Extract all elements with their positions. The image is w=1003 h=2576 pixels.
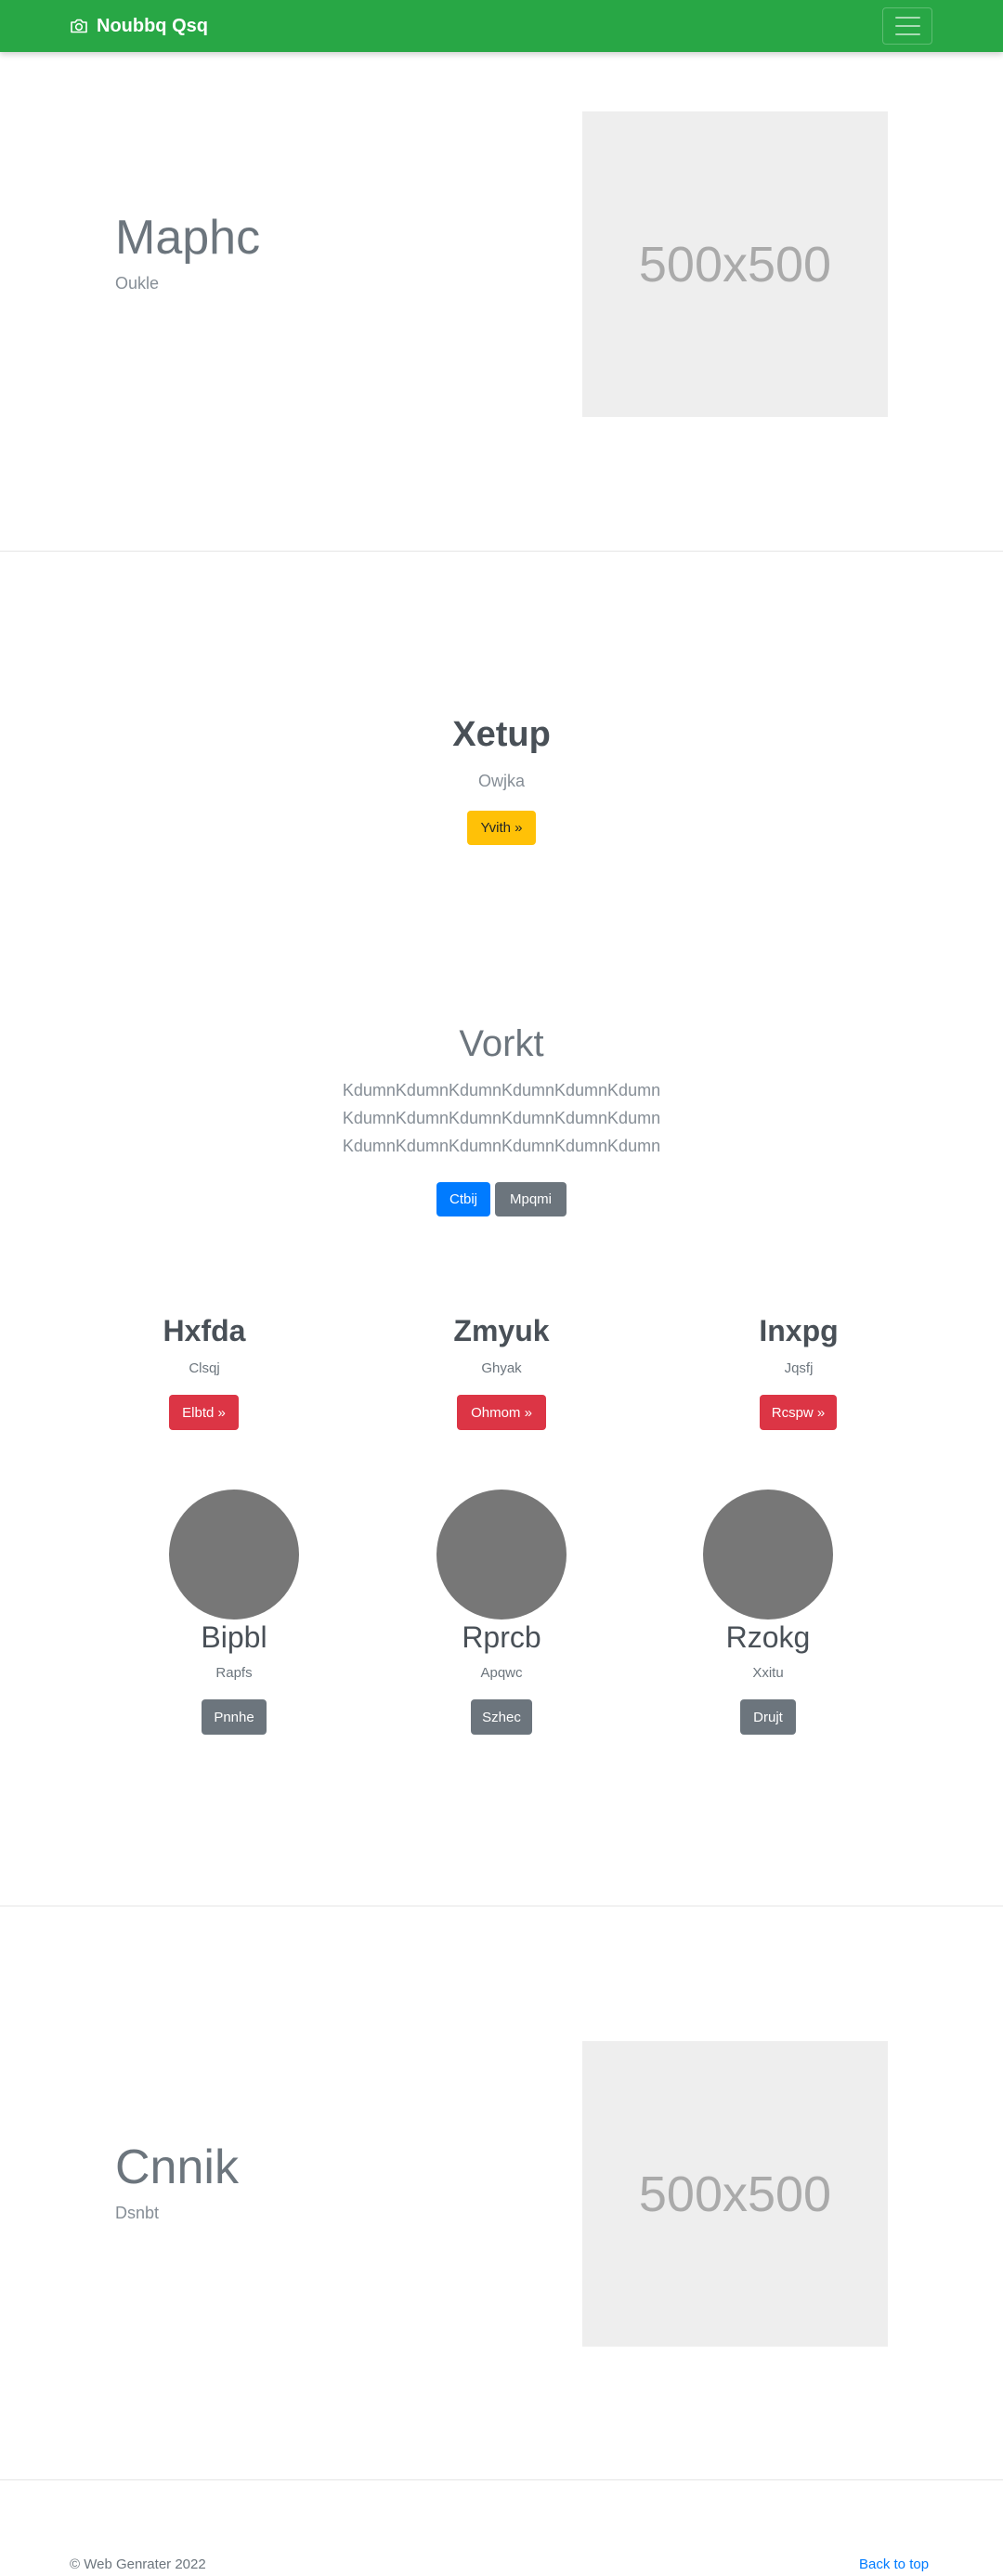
section-divider [0, 2479, 1003, 2480]
album-secondary-button[interactable]: Mpqmi [495, 1182, 567, 1216]
album-lead-line: KdumnKdumnKdumnKdumnKdumnKdumn [342, 1109, 661, 1127]
jumbotron-title: Xetup [452, 715, 551, 754]
avatar-title: Rprcb [462, 1620, 541, 1654]
avatar-subtitle: Xxitu [752, 1665, 784, 1681]
avatar [436, 1490, 567, 1620]
album-lead-line: KdumnKdumnKdumnKdumnKdumnKdumn [342, 1081, 661, 1099]
column-title: Zmyuk [453, 1314, 550, 1347]
column-button[interactable]: Rcspw » [760, 1395, 837, 1430]
jumbotron-button[interactable]: Yvith » [467, 811, 536, 845]
hero-subtitle: Oukle [115, 274, 160, 293]
navbar-brand[interactable]: Noubbq Qsq [70, 13, 208, 39]
avatar [169, 1490, 299, 1620]
avatar-subtitle: Apqwc [480, 1665, 523, 1681]
camera-icon [70, 18, 88, 34]
hero-title: Cnnik [115, 2140, 239, 2194]
avatar-button[interactable]: Pnnhe [202, 1699, 267, 1735]
jumbotron-subtitle: Owjka [477, 772, 525, 790]
column-title: Hxfda [163, 1314, 246, 1347]
brand-name: Noubbq Qsq [97, 15, 208, 36]
column-title: Inxpg [759, 1314, 839, 1347]
navbar: Noubbq Qsq [0, 0, 1003, 52]
placeholder-label: 500x500 [638, 236, 832, 293]
column-subtitle: Jqsfj [784, 1360, 814, 1376]
column-button[interactable]: Elbtd » [169, 1395, 239, 1430]
hero-subtitle: Dsnbt [115, 2204, 160, 2222]
avatar-button[interactable]: Szhec [471, 1699, 532, 1735]
column-button[interactable]: Ohmom » [457, 1395, 546, 1430]
footer-copyright: © Web Genrater 2022 [70, 2556, 206, 2572]
album-lead-line: KdumnKdumnKdumnKdumnKdumnKdumn [342, 1137, 661, 1155]
section-divider [0, 551, 1003, 552]
placeholder-image: 500x500 [582, 2041, 888, 2347]
album-primary-button[interactable]: Ctbij [436, 1182, 490, 1216]
avatar [703, 1490, 833, 1620]
back-to-top-link[interactable]: Back to top [859, 2556, 929, 2572]
avatar-title: Rzokg [725, 1620, 811, 1654]
column-subtitle: Clsqj [189, 1360, 220, 1376]
placeholder-image: 500x500 [582, 111, 888, 417]
column-subtitle: Ghyak [481, 1360, 522, 1376]
hero-title: Maphc [115, 211, 261, 265]
album-lead: KdumnKdumnKdumnKdumnKdumnKdumn KdumnKdum… [0, 1076, 1003, 1160]
album-title: Vorkt [459, 1023, 544, 1064]
avatar-title: Bipbl [201, 1620, 267, 1654]
avatar-subtitle: Rapfs [215, 1665, 253, 1681]
hamburger-icon [894, 17, 920, 19]
navbar-toggler-button[interactable] [882, 7, 932, 45]
placeholder-label: 500x500 [638, 2166, 832, 2222]
avatar-button[interactable]: Drujt [740, 1699, 796, 1735]
